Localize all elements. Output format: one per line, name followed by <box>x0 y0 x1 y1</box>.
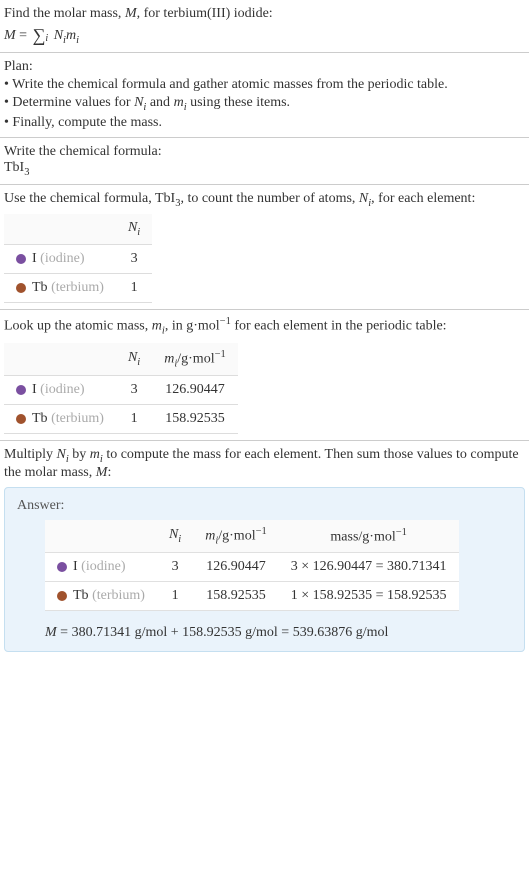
molar-mass-formula: M = ∑i Nimi <box>4 26 525 46</box>
table-header-m: mi/g·mol−1 <box>152 343 238 376</box>
element-dot-icon <box>57 562 67 572</box>
intro-line: Find the molar mass, M, for terbium(III)… <box>4 6 525 22</box>
n-value: 1 <box>116 274 152 303</box>
chem-formula-title: Write the chemical formula: <box>4 144 525 160</box>
table-header-empty <box>45 520 157 553</box>
plan-title: Plan: <box>4 59 525 75</box>
table-row: Tb (terbium) 1 158.92535 1 × 158.92535 =… <box>45 582 459 611</box>
element-cell: I (iodine) <box>4 376 116 405</box>
var-m-sub: i <box>76 35 79 46</box>
answer-label: Answer: <box>17 498 512 514</box>
table-header-empty <box>4 214 116 244</box>
n-value: 1 <box>116 405 152 434</box>
mass-value: 3 × 126.90447 = 380.71341 <box>279 553 459 582</box>
plan-section: Plan: • Write the chemical formula and g… <box>0 53 529 138</box>
table-row: I (iodine) 3 126.90447 3 × 126.90447 = 3… <box>45 553 459 582</box>
m-value: 158.92535 <box>152 405 238 434</box>
atom-count-table: Ni I (iodine) 3 Tb (terbium) 1 <box>4 214 152 303</box>
plan-item: • Write the chemical formula and gather … <box>4 77 525 93</box>
multiply-text: Multiply Ni by mi to compute the mass fo… <box>4 447 525 481</box>
table-header-n: Ni <box>116 214 152 244</box>
m-value: 126.90447 <box>152 376 238 405</box>
element-cell: Tb (terbium) <box>4 274 116 303</box>
element-dot-icon <box>16 283 26 293</box>
count-atoms-section: Use the chemical formula, TbI3, to count… <box>0 185 529 311</box>
m-value: 158.92535 <box>193 582 279 611</box>
table-header-m: mi/g·mol−1 <box>193 520 279 553</box>
table-header-row: Ni <box>4 214 152 244</box>
n-value: 3 <box>116 245 152 274</box>
plan-item: • Determine values for Ni and mi using t… <box>4 95 525 113</box>
plan-item: • Finally, compute the mass. <box>4 115 525 131</box>
element-cell: Tb (terbium) <box>4 405 116 434</box>
element-cell: I (iodine) <box>45 553 157 582</box>
table-header-mass: mass/g·mol−1 <box>279 520 459 553</box>
table-row: Tb (terbium) 1 158.92535 <box>4 405 238 434</box>
element-cell: I (iodine) <box>4 245 116 274</box>
chemical-formula-section: Write the chemical formula: TbI3 <box>0 138 529 185</box>
intro-text: Find the molar mass, <box>4 6 125 21</box>
element-dot-icon <box>57 591 67 601</box>
atomic-mass-table: Ni mi/g·mol−1 I (iodine) 3 126.90447 Tb … <box>4 343 238 434</box>
lookup-mass-section: Look up the atomic mass, mi, in g·mol−1 … <box>0 310 529 441</box>
table-header-empty <box>4 343 116 376</box>
lookup-text: Look up the atomic mass, mi, in g·mol−1 … <box>4 316 525 336</box>
table-header-row: Ni mi/g·mol−1 <box>4 343 238 376</box>
n-value: 3 <box>116 376 152 405</box>
var-n: N <box>54 28 63 43</box>
compute-section: Multiply Ni by mi to compute the mass fo… <box>0 441 529 658</box>
table-header-n: Ni <box>157 520 193 553</box>
var-m-lower: m <box>66 28 76 43</box>
m-value: 126.90447 <box>193 553 279 582</box>
table-row: I (iodine) 3 126.90447 <box>4 376 238 405</box>
chem-formula: TbI3 <box>4 160 525 178</box>
final-result: M = 380.71341 g/mol + 158.92535 g/mol = … <box>45 625 512 641</box>
var-m-upper: M <box>125 6 137 21</box>
table-header-n: Ni <box>116 343 152 376</box>
element-dot-icon <box>16 414 26 424</box>
answer-box: Answer: Ni mi/g·mol−1 mass/g·mol−1 I (io… <box>4 487 525 652</box>
formula-lhs: M <box>4 28 16 43</box>
count-text: Use the chemical formula, TbI3, to count… <box>4 191 525 209</box>
element-dot-icon <box>16 385 26 395</box>
intro-section: Find the molar mass, M, for terbium(III)… <box>0 0 529 53</box>
mass-value: 1 × 158.92535 = 158.92535 <box>279 582 459 611</box>
element-cell: Tb (terbium) <box>45 582 157 611</box>
intro-text-suffix: , for terbium(III) iodide: <box>137 6 273 21</box>
answer-table: Ni mi/g·mol−1 mass/g·mol−1 I (iodine) 3 … <box>45 520 459 611</box>
n-value: 1 <box>157 582 193 611</box>
equals: = <box>16 28 31 43</box>
element-dot-icon <box>16 254 26 264</box>
plan-list: • Write the chemical formula and gather … <box>4 77 525 131</box>
n-value: 3 <box>157 553 193 582</box>
table-row: Tb (terbium) 1 <box>4 274 152 303</box>
sum-symbol: ∑i <box>33 26 49 46</box>
table-row: I (iodine) 3 <box>4 245 152 274</box>
table-header-row: Ni mi/g·mol−1 mass/g·mol−1 <box>45 520 459 553</box>
